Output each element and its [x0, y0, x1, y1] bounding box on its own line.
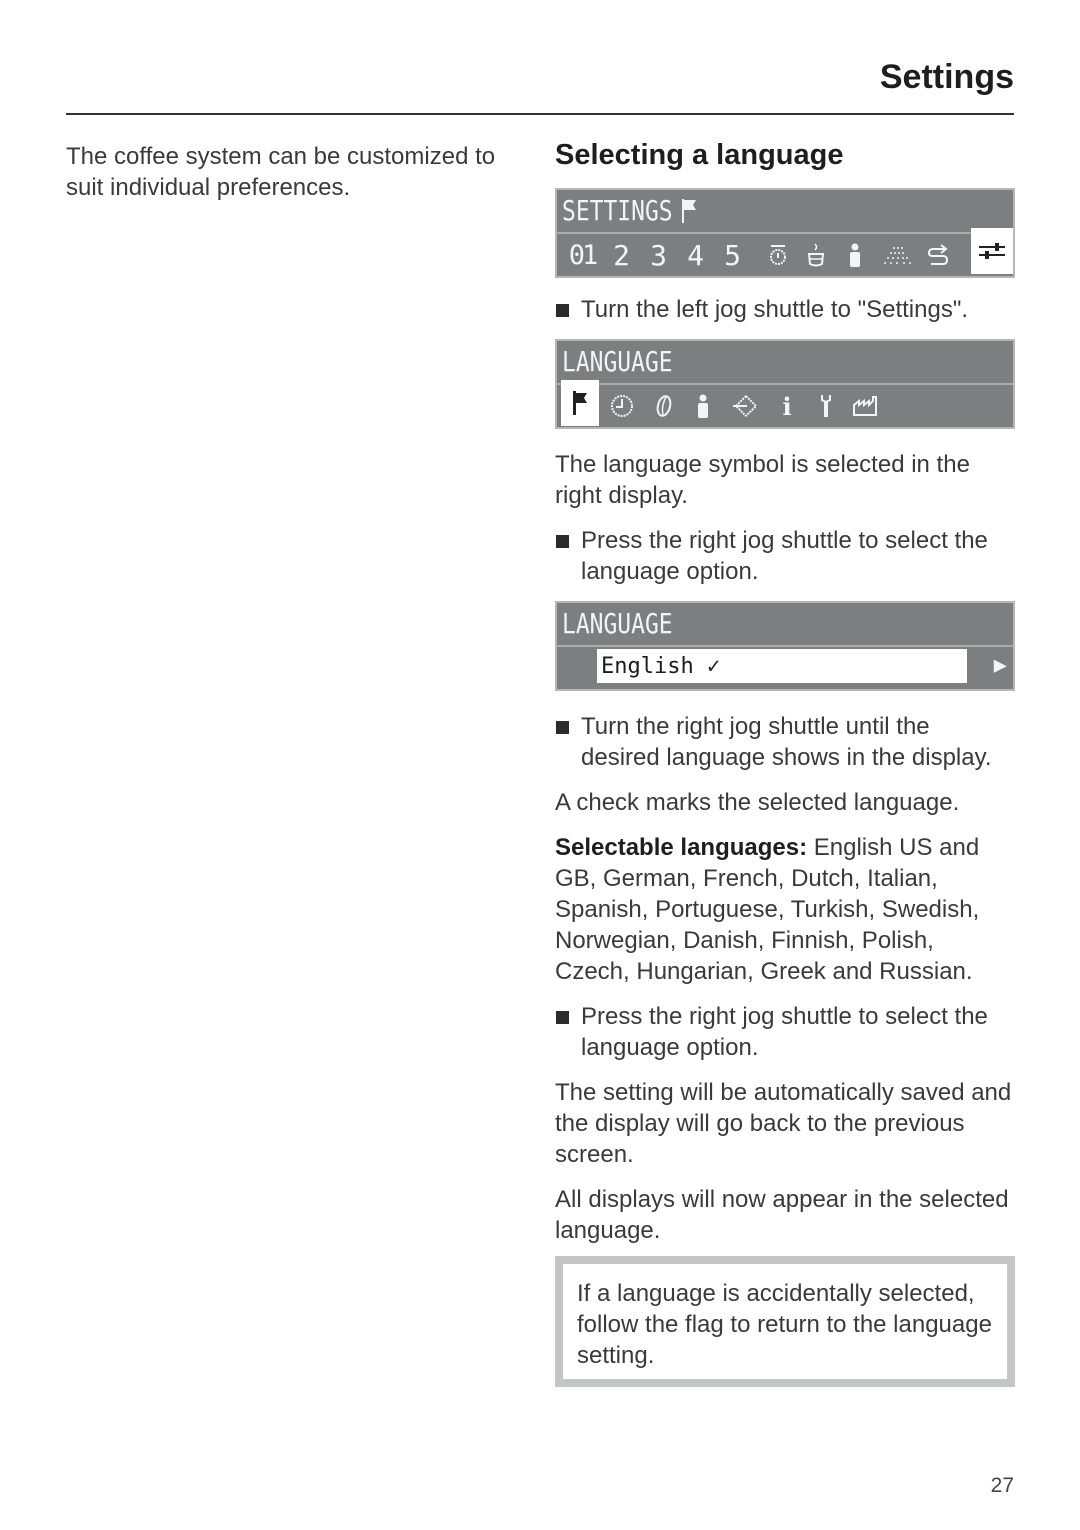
person-icon[interactable] [683, 393, 723, 419]
cycle-icon[interactable] [919, 243, 957, 267]
settings-display: SETTINGS 01 2 3 4 5 [555, 188, 1015, 278]
language-select-display: LANGUAGE English ✓ ▶ [555, 601, 1015, 691]
language-select-title: LANGUAGE [562, 607, 673, 640]
settings-sliders-icon[interactable] [971, 228, 1013, 274]
flag-icon[interactable] [561, 380, 599, 426]
page-title: Settings [879, 58, 1014, 96]
bullet-icon [556, 535, 569, 548]
step-1-text: Turn the left jog shuttle to "Settings". [581, 296, 969, 323]
para-check-marks: A check marks the selected language. [555, 789, 960, 816]
note-box: If a language is accidentally selected, … [555, 1256, 1015, 1387]
header-rule [66, 113, 1014, 115]
section-heading: Selecting a language [555, 139, 844, 171]
enter-icon[interactable] [723, 393, 767, 419]
para-auto-saved: The setting will be automatically saved … [555, 1079, 1012, 1168]
menu-item-4[interactable]: 4 [677, 239, 714, 272]
step-1: Turn the left jog shuttle to "Settings". [555, 294, 1015, 325]
language-value-field[interactable]: English ✓ [597, 649, 967, 683]
step-4-text: Press the right jog shuttle to select th… [581, 1003, 988, 1061]
step-3: Turn the right jog shuttle until the des… [555, 711, 1015, 773]
settings-display-title: SETTINGS [562, 194, 673, 227]
language-menu-bar: i [557, 380, 1013, 427]
bullet-icon [556, 1011, 569, 1024]
menu-item-5[interactable]: 5 [714, 239, 751, 272]
language-display-title: LANGUAGE [562, 345, 673, 378]
selectable-languages: Selectable languages: English US and GB,… [555, 832, 1015, 987]
menu-item-2[interactable]: 2 [603, 239, 640, 272]
wrench-icon[interactable] [807, 393, 845, 419]
page-number: 27 [990, 1474, 1014, 1497]
step-2-text: Press the right jog shuttle to select th… [581, 527, 988, 585]
para-symbol-selected: The language symbol is selected in the r… [555, 451, 970, 509]
next-arrow-icon[interactable]: ▶ [994, 653, 1007, 678]
step-4: Press the right jog shuttle to select th… [555, 1001, 1015, 1063]
language-section: Selecting a language SETTINGS 01 2 3 4 5 [555, 136, 1015, 1387]
settings-menu-bar: 01 2 3 4 5 [557, 228, 1013, 276]
bullet-icon [556, 721, 569, 734]
para-all-displays: All displays will now appear in the sele… [555, 1186, 1009, 1244]
intro-text: The coffee system can be customized to s… [66, 143, 496, 201]
note-text: If a language is accidentally selected, … [577, 1280, 992, 1369]
factory-icon[interactable] [845, 395, 885, 417]
bean-icon[interactable] [645, 393, 683, 419]
menu-item-3[interactable]: 3 [640, 239, 677, 272]
cup-icon[interactable] [797, 242, 835, 268]
spray-icon[interactable] [875, 244, 919, 266]
bullet-icon [556, 304, 569, 317]
clock-icon[interactable] [599, 393, 645, 419]
language-select-row: English ✓ ▶ [557, 647, 1013, 689]
flag-icon [681, 198, 699, 224]
person-icon[interactable] [835, 242, 875, 268]
info-icon[interactable]: i [767, 392, 807, 421]
timer-icon[interactable] [759, 243, 797, 267]
step-2: Press the right jog shuttle to select th… [555, 525, 1015, 587]
selectable-languages-label: Selectable languages: [555, 834, 808, 861]
menu-item-01[interactable]: 01 [561, 240, 603, 271]
step-3-text: Turn the right jog shuttle until the des… [581, 713, 992, 771]
language-menu-display: LANGUAGE i [555, 339, 1015, 429]
